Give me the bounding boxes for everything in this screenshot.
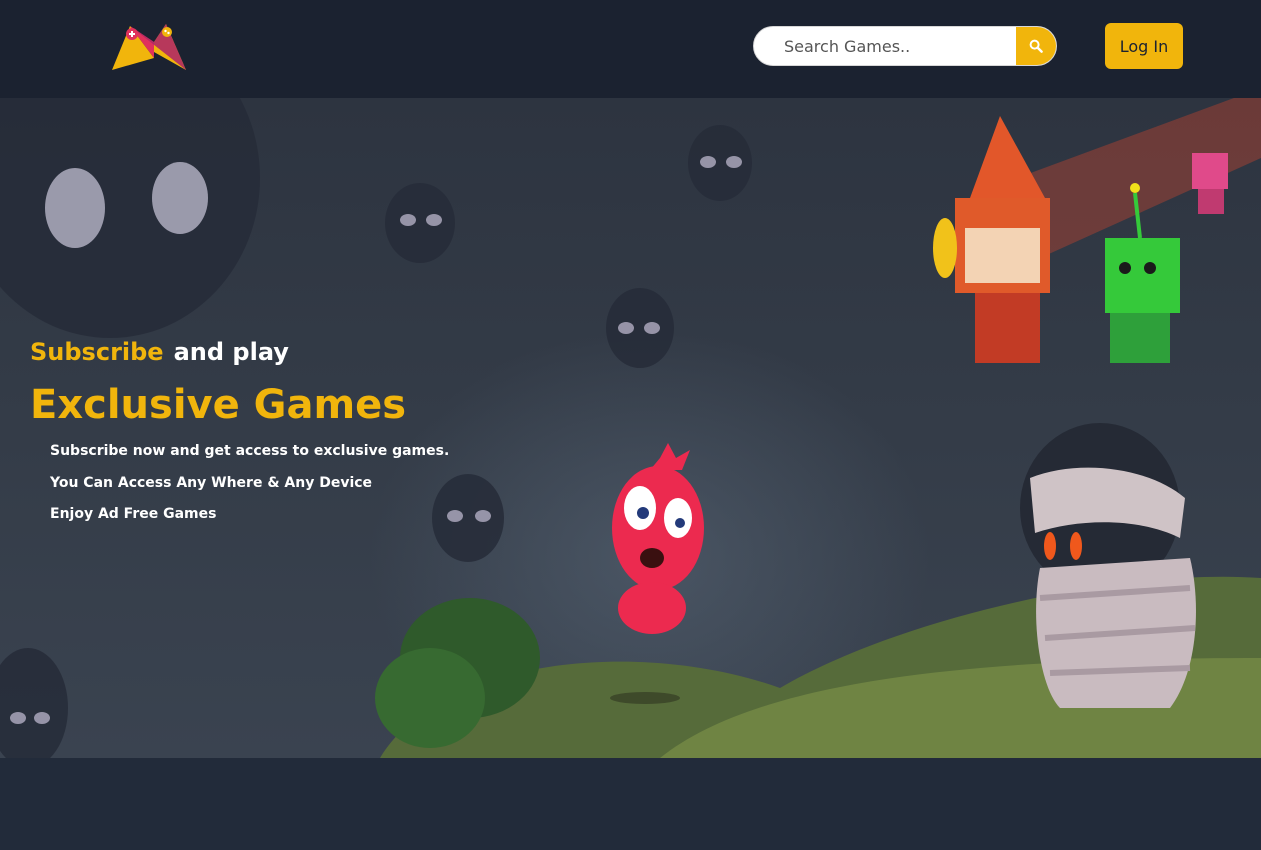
search-button[interactable]	[1016, 27, 1056, 65]
subscribe-highlight: Subscribe	[30, 338, 164, 366]
search-box	[753, 26, 1057, 66]
feature-item: You Can Access Any Where & Any Device	[50, 474, 373, 491]
page-footer-area	[0, 758, 1261, 850]
hero-headline: Exclusive Games	[30, 382, 407, 428]
hero-subtitle: Subscribe and play	[30, 338, 449, 366]
feature-item: Enjoy Ad Free Games	[50, 506, 217, 522]
site-header: Log In	[0, 0, 1261, 98]
logo-icon[interactable]	[110, 22, 188, 72]
login-button[interactable]: Log In	[1105, 23, 1183, 69]
hero-text: Subscribe and play Exclusive Games Subscr…	[30, 338, 449, 537]
feature-list: Subscribe now and get access to exclusiv…	[50, 442, 449, 537]
search-icon	[1029, 39, 1043, 53]
and-play-text: and play	[173, 338, 289, 366]
search-input[interactable]	[754, 27, 1017, 65]
feature-item: Subscribe now and get access to exclusiv…	[50, 443, 450, 459]
hero-banner: Subscribe and play Exclusive Games Subscr…	[0, 98, 1261, 758]
